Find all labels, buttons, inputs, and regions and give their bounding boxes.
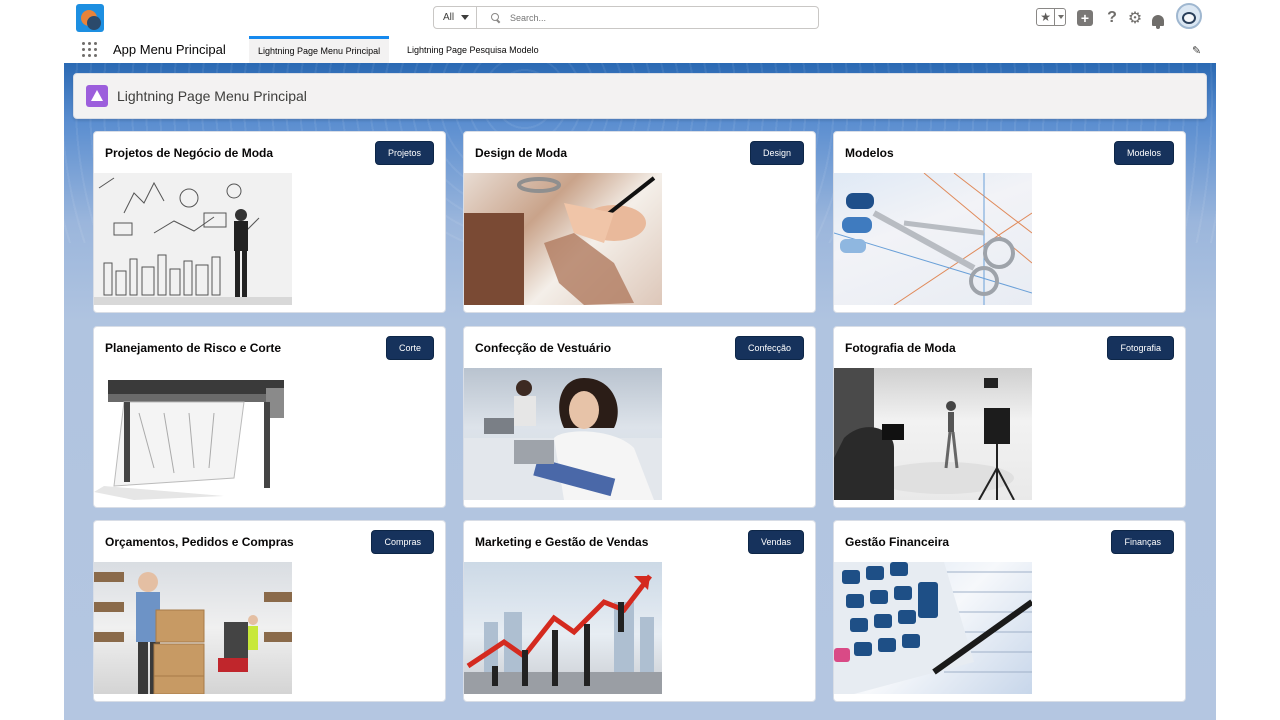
search-scope-label: All [443,12,455,23]
edit-nav-pencil-icon[interactable]: ✎ [1192,44,1201,57]
avatar-face-icon [1182,12,1196,24]
sewing-pattern-image [834,173,1032,305]
app-navigation-bar: App Menu Principal Lightning Page Menu P… [0,34,1280,63]
card-confeccao: Confecção de Vestuário Confecção [463,326,816,508]
sales-growth-image [464,562,662,694]
app-name: App Menu Principal [113,42,226,57]
page-title: Lightning Page Menu Principal [117,88,307,104]
card-title: Design de Moda [475,146,568,160]
setup-button[interactable]: ⚙ [1126,8,1144,28]
card-title: Confecção de Vestuário [475,341,612,355]
card-compras: Orçamentos, Pedidos e Compras Compras [93,520,446,702]
favorites-list-dropdown[interactable] [1054,9,1065,25]
calculator-finance-image [834,562,1032,694]
corte-button[interactable]: Corte [385,336,434,360]
fashion-photography-image [834,368,1032,500]
global-search: All [433,6,819,29]
card-projetos: Projetos de Negócio de Moda Projetos [93,131,446,313]
chevron-down-icon [461,15,470,20]
favorites-button[interactable]: ★ [1036,8,1066,26]
card-title: Projetos de Negócio de Moda [105,146,274,160]
org-logo[interactable] [76,4,104,32]
card-modelos: Modelos Modelos [833,131,1186,313]
card-title: Planejamento de Risco e Corte [105,341,282,355]
card-title: Orçamentos, Pedidos e Compras [105,535,294,549]
business-sketch-image [94,173,292,305]
lightning-page-icon [86,85,108,107]
question-icon: ? [1107,9,1117,26]
plus-icon: + [1080,10,1090,26]
card-design: Design de Moda Design [463,131,816,313]
warehouse-image [94,562,292,694]
card-financas: Gestão Financeira Finanças [833,520,1186,702]
page-canvas: Lightning Page Menu Principal Projetos d… [64,63,1216,720]
logo-shade-shape [87,16,101,30]
projetos-button[interactable]: Projetos [374,141,434,165]
compras-button[interactable]: Compras [371,530,434,554]
search-input[interactable] [510,12,790,23]
modelos-button[interactable]: Modelos [1113,141,1174,165]
search-scope-dropdown[interactable]: All [433,6,477,29]
tab-lightning-page-pesquisa-modelo[interactable]: Lightning Page Pesquisa Modelo [398,36,548,63]
design-button[interactable]: Design [749,141,804,165]
search-icon [491,13,500,22]
bell-icon [1152,14,1164,29]
help-button[interactable]: ? [1104,8,1120,28]
card-title: Marketing e Gestão de Vendas [475,535,649,549]
vendas-button[interactable]: Vendas [747,530,804,554]
card-title: Modelos [845,146,894,160]
card-fotografia: Fotografia de Moda Fotografia [833,326,1186,508]
card-corte: Planejamento de Risco e Corte Corte [93,326,446,508]
app-launcher-icon[interactable] [82,42,97,57]
page-header: Lightning Page Menu Principal [73,73,1207,119]
fashion-design-image [464,173,662,305]
search-box[interactable] [477,6,819,29]
global-header: All ★ + ? ⚙ [0,0,1280,34]
financas-button[interactable]: Finanças [1111,530,1174,554]
fotografia-button[interactable]: Fotografia [1107,336,1174,360]
card-title: Fotografia de Moda [845,341,956,355]
garment-factory-image [464,368,662,500]
notifications-button[interactable] [1150,10,1166,30]
card-vendas: Marketing e Gestão de Vendas Vendas [463,520,816,702]
tab-lightning-page-menu-principal[interactable]: Lightning Page Menu Principal [249,36,390,63]
confeccao-button[interactable]: Confecção [734,336,804,360]
card-title: Gestão Financeira [845,535,950,549]
star-icon: ★ [1040,10,1052,24]
global-actions-button[interactable]: + [1077,10,1093,26]
plotter-image [94,368,292,500]
avatar[interactable] [1176,3,1202,29]
gear-icon: ⚙ [1127,10,1143,27]
